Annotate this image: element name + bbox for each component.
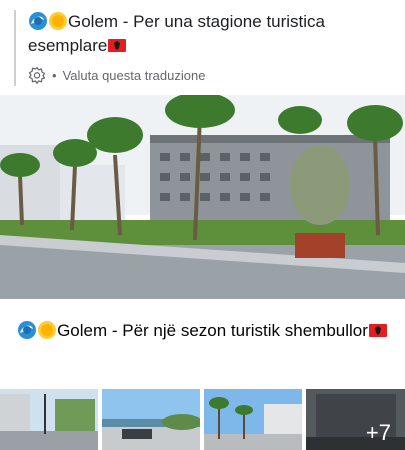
sun-emoji-icon [38, 321, 57, 339]
wave-emoji-icon [18, 321, 37, 339]
hero-photo[interactable] [0, 95, 405, 299]
sun-emoji-icon [49, 12, 67, 30]
translated-title-text: Golem - Per una stagione turistica esemp… [28, 12, 326, 55]
photo-thumbnail[interactable] [102, 389, 200, 450]
translated-title: Golem - Per una stagione turistica esemp… [28, 10, 394, 58]
separator-dot: • [52, 67, 57, 83]
albania-flag-icon [368, 324, 387, 337]
gear-icon [28, 66, 46, 84]
more-photos-count: +7 [306, 389, 405, 450]
photo-thumbnail-more[interactable]: +7 [306, 389, 405, 450]
photo-thumbnail[interactable] [0, 389, 98, 450]
translation-rating-row[interactable]: • Valuta questa traduzione [28, 64, 394, 86]
photo-thumbnail-strip: +7 [0, 389, 405, 450]
hero-photo-image [0, 95, 405, 299]
thumbnail-image [102, 389, 200, 450]
photo-thumbnail[interactable] [204, 389, 302, 450]
albania-flag-icon [108, 39, 127, 52]
thumbnail-image [204, 389, 302, 450]
rate-translation-link[interactable]: Valuta questa traduzione [63, 68, 206, 83]
wave-emoji-icon [29, 12, 47, 30]
thumbnail-image [0, 389, 98, 450]
original-title-text: Golem - Për një sezon turistik shembullo… [57, 321, 368, 340]
original-post-title: Golem - Për një sezon turistik shembullo… [0, 318, 405, 343]
translated-post-block: Golem - Per una stagione turistica esemp… [14, 10, 394, 86]
